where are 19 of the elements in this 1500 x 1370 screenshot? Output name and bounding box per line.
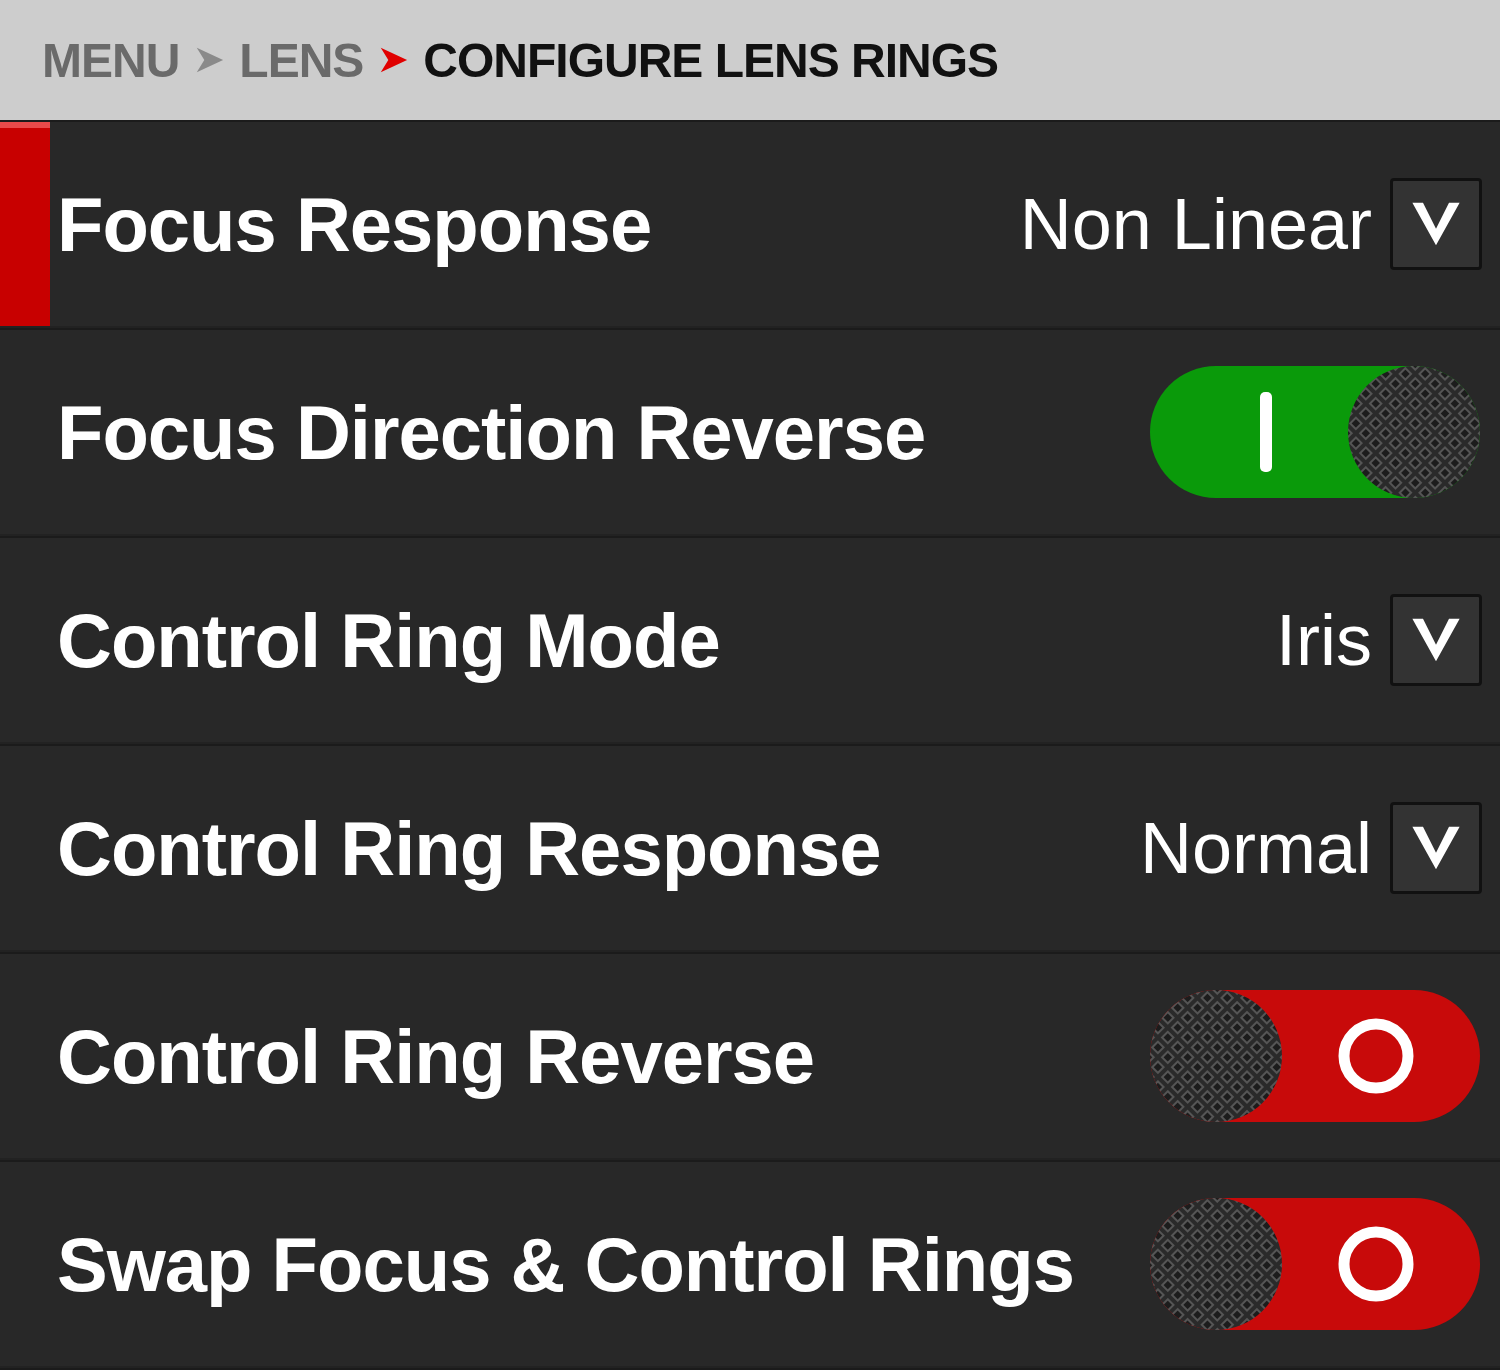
setting-label: Focus Response <box>57 180 653 268</box>
setting-label: Control Ring Response <box>57 804 882 892</box>
breadcrumb-item: CONFIGURE LENS RINGS <box>423 32 999 88</box>
setting-value: Normal <box>1139 807 1372 889</box>
dropdown-button[interactable] <box>1390 594 1482 686</box>
setting-row[interactable]: Focus Response Non Linear <box>0 122 1500 328</box>
setting-label: Focus Direction Reverse <box>57 388 927 476</box>
setting-row[interactable]: Control Ring Mode Iris <box>0 538 1500 744</box>
setting-row[interactable]: Control Ring Response Normal <box>0 746 1500 952</box>
setting-row[interactable]: Swap Focus & Control Rings <box>0 1162 1500 1368</box>
setting-row[interactable]: Focus Direction Reverse <box>0 330 1500 536</box>
dropdown-button[interactable] <box>1390 178 1482 270</box>
setting-label: Control Ring Reverse <box>57 1012 816 1100</box>
setting-row[interactable]: Control Ring Reverse <box>0 954 1500 1160</box>
dropdown-button[interactable] <box>1390 802 1482 894</box>
setting-value: Non Linear <box>1019 183 1372 265</box>
setting-value: Iris <box>1276 599 1372 681</box>
setting-label: Control Ring Mode <box>57 596 721 684</box>
setting-label: Swap Focus & Control Rings <box>57 1220 1075 1308</box>
